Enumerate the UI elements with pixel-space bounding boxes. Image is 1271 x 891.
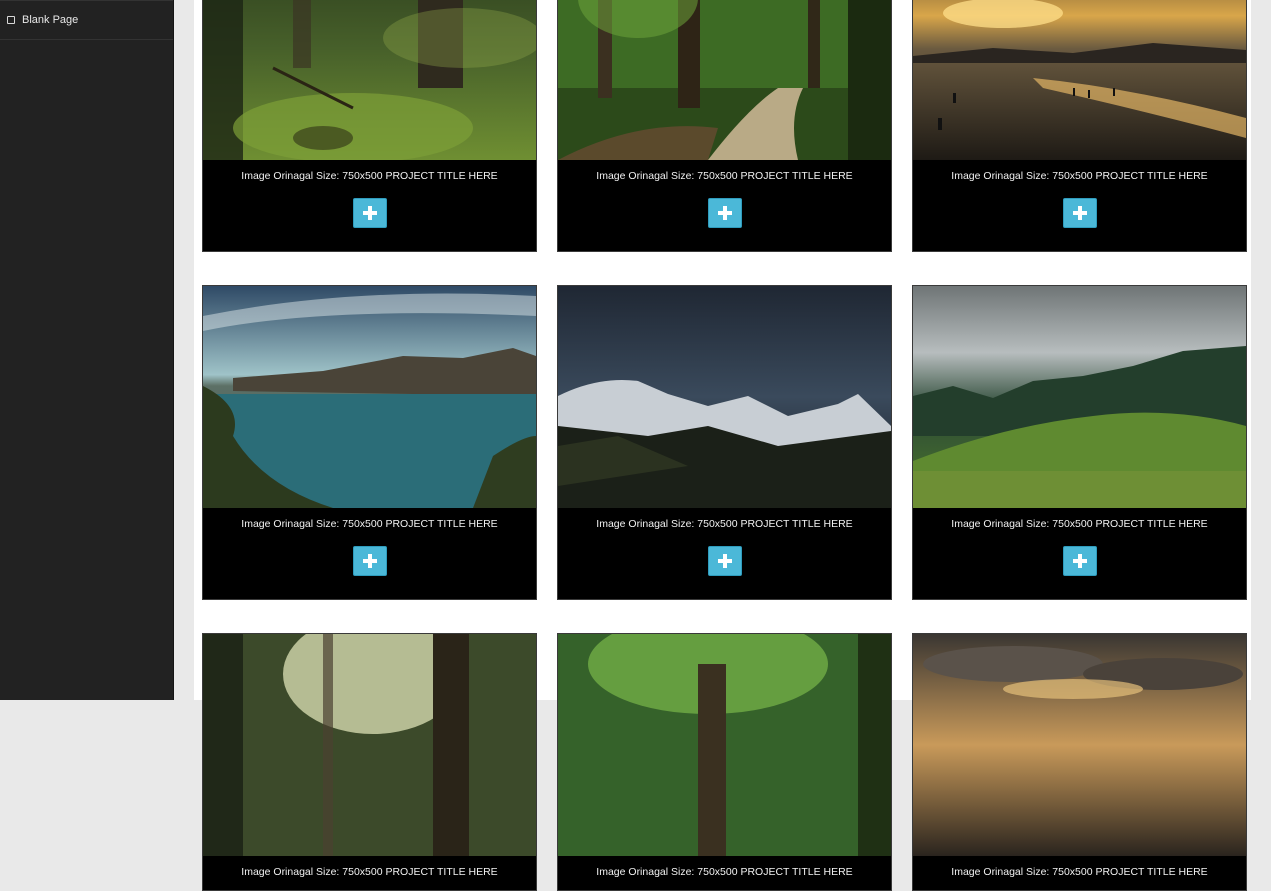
gallery-image-cloudy-sky[interactable] [913, 634, 1246, 856]
sidebar-item-label: Blank Page [22, 14, 79, 26]
image-caption: Image Orinagal Size: 750x500 PROJECT TIT… [596, 866, 853, 878]
gallery-image-forest-moss[interactable] [203, 0, 536, 160]
gallery-image-mountain-lake[interactable] [203, 286, 536, 508]
gallery-card: Image Orinagal Size: 750x500 PROJECT TIT… [557, 285, 892, 600]
gallery-image-misty-green-hills[interactable] [913, 286, 1246, 508]
expand-plus-icon-button[interactable] [352, 198, 387, 228]
image-caption: Image Orinagal Size: 750x500 PROJECT TIT… [241, 866, 498, 878]
gallery-image-snowy-mountains-night[interactable] [558, 286, 891, 508]
image-caption: Image Orinagal Size: 750x500 PROJECT TIT… [241, 170, 498, 182]
gallery-card: Image Orinagal Size: 750x500 PROJECT TIT… [202, 633, 537, 891]
gallery-image-green-tree[interactable] [558, 634, 891, 856]
sidebar-item-blank-page[interactable]: Blank Page [0, 1, 173, 40]
gallery-card: Image Orinagal Size: 750x500 PROJECT TIT… [912, 285, 1247, 600]
image-caption: Image Orinagal Size: 750x500 PROJECT TIT… [596, 518, 853, 530]
gallery-image-forest-light[interactable] [203, 634, 536, 856]
image-caption: Image Orinagal Size: 750x500 PROJECT TIT… [951, 170, 1208, 182]
gallery-image-forest-path[interactable] [558, 0, 891, 160]
gallery-card: Image Orinagal Size: 750x500 PROJECT TIT… [557, 633, 892, 891]
gallery-image-beach-sunset[interactable] [913, 0, 1246, 160]
gallery-card: Image Orinagal Size: 750x500 PROJECT TIT… [912, 0, 1247, 252]
gallery-card: Image Orinagal Size: 750x500 PROJECT TIT… [202, 0, 537, 252]
gallery-content: Image Orinagal Size: 750x500 PROJECT TIT… [194, 0, 1251, 891]
gallery-card: Image Orinagal Size: 750x500 PROJECT TIT… [557, 0, 892, 252]
image-caption: Image Orinagal Size: 750x500 PROJECT TIT… [596, 170, 853, 182]
image-caption: Image Orinagal Size: 750x500 PROJECT TIT… [951, 518, 1208, 530]
image-caption: Image Orinagal Size: 750x500 PROJECT TIT… [951, 866, 1208, 878]
expand-plus-icon-button[interactable] [707, 198, 742, 228]
page-icon [7, 16, 15, 24]
gallery-card: Image Orinagal Size: 750x500 PROJECT TIT… [202, 285, 537, 600]
expand-plus-icon-button[interactable] [707, 546, 742, 576]
gallery-card: Image Orinagal Size: 750x500 PROJECT TIT… [912, 633, 1247, 891]
image-caption: Image Orinagal Size: 750x500 PROJECT TIT… [241, 518, 498, 530]
expand-plus-icon-button[interactable] [352, 546, 387, 576]
sidebar: Blank Page [0, 0, 174, 700]
expand-plus-icon-button[interactable] [1062, 546, 1097, 576]
expand-plus-icon-button[interactable] [1062, 198, 1097, 228]
